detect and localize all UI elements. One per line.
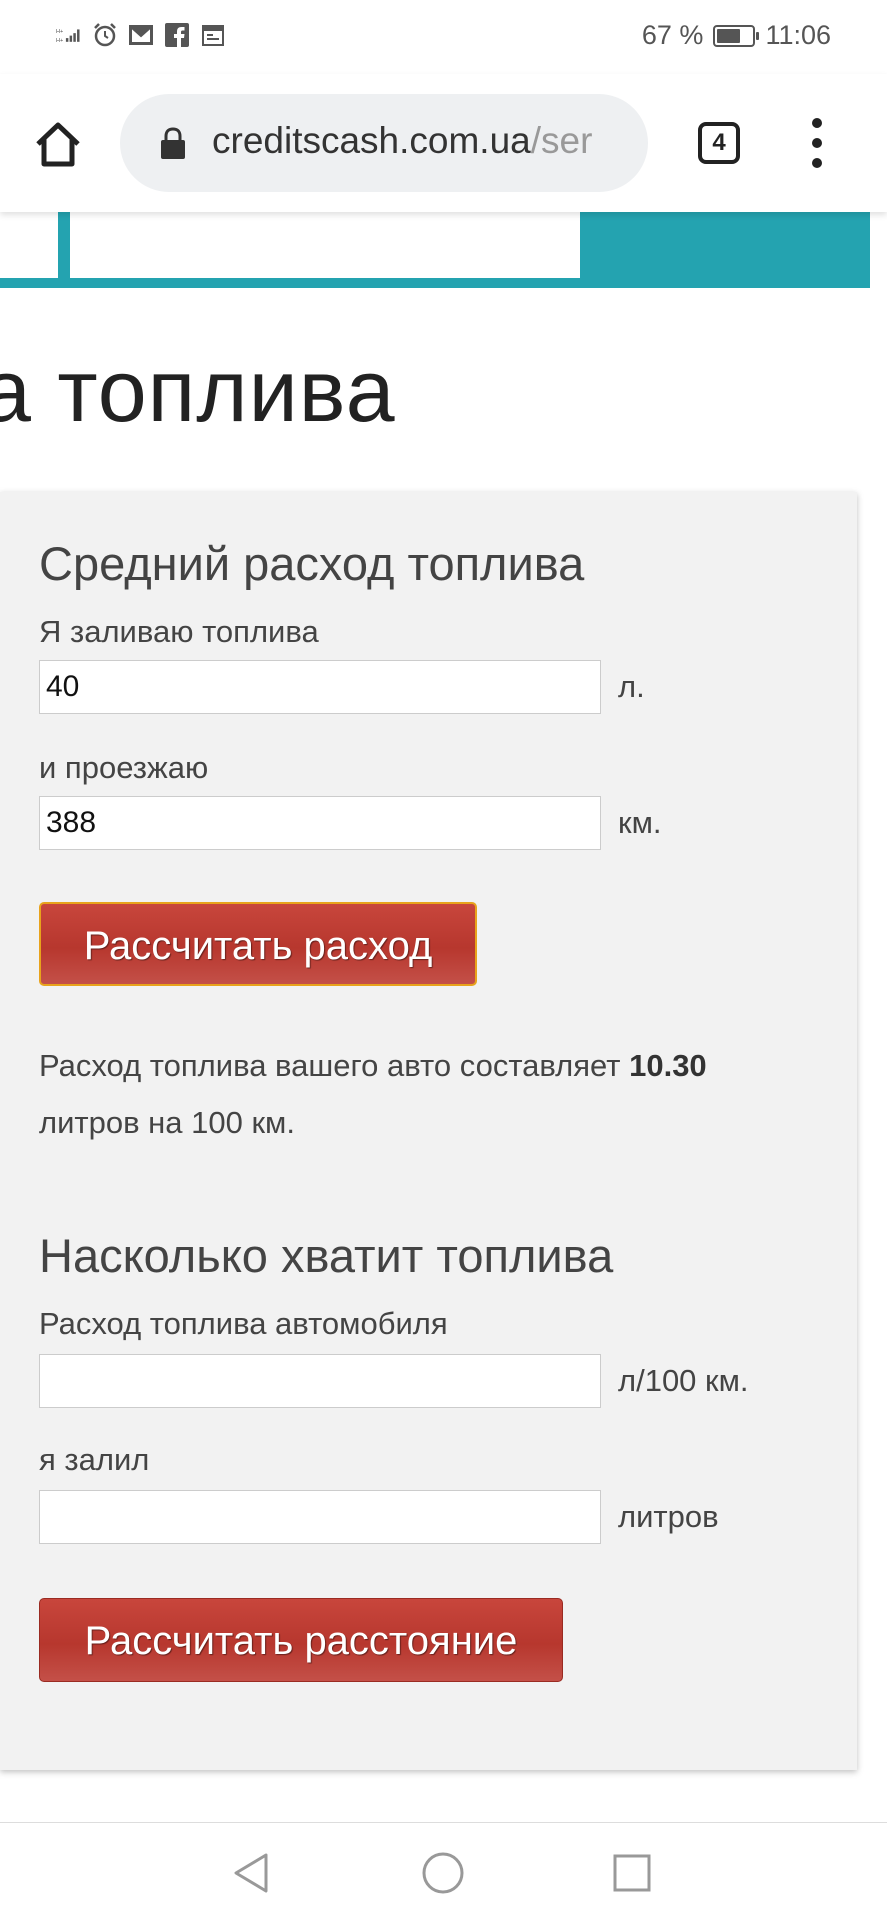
url-bar[interactable]: creditscash.com.ua/ser [120,94,648,192]
battery-icon [713,24,760,47]
status-bar: H+ H+ 67 % 11:06 [0,0,887,74]
battery-fill [717,28,741,43]
lock-icon [158,126,188,160]
recents-icon[interactable] [610,1851,654,1895]
car-consumption-input[interactable] [39,1354,601,1408]
distance-label: и проезжаю [39,750,209,785]
home-icon[interactable] [30,116,86,172]
alarm-icon [92,22,118,48]
gmail-icon [128,22,154,48]
back-icon[interactable] [230,1851,274,1895]
calendar-icon [200,22,226,48]
calculate-distance-button[interactable]: Рассчитать расстояние [39,1598,563,1682]
overflow-menu-icon[interactable] [804,118,830,168]
fuel-unit-label: л. [618,669,645,704]
svg-text:H+: H+ [56,38,63,44]
browser-toolbar: creditscash.com.ua/ser 4 [0,74,887,212]
clock: 11:06 [765,20,831,50]
calculate-consumption-button[interactable]: Рассчитать расход [39,902,477,986]
url-text: creditscash.com.ua/ser [212,120,632,162]
distance-input[interactable] [39,796,601,850]
filled-fuel-unit-label: литров [618,1499,719,1534]
consumption-result: Расход топлива вашего авто составляет 10… [39,1037,839,1151]
result-value: 10.30 [629,1048,707,1083]
header-logo-area[interactable] [70,212,580,278]
page-title: а топлива [0,341,396,440]
result-suffix: литров на 100 км. [39,1105,295,1140]
url-domain: creditscash.com.ua [212,120,531,161]
fuel-calculator-card: Средний расход топлива Я заливаю топлива… [0,492,857,1770]
status-icons: H+ H+ [56,22,226,48]
svg-text:H+: H+ [56,29,63,35]
result-prefix: Расход топлива вашего авто составляет [39,1048,621,1083]
filled-fuel-input[interactable] [39,1490,601,1544]
facebook-icon [164,22,190,48]
fuel-amount-input[interactable] [39,660,601,714]
battery-percent: 67 % [641,20,704,50]
distance-unit-label: км. [618,805,662,840]
fuel-amount-label: Я заливаю топлива [39,614,319,649]
car-consumption-label: Расход топлива автомобиля [39,1306,448,1341]
site-header-banner [0,212,870,288]
fuel-range-heading: Насколько хватит топлива [39,1229,614,1282]
header-block [0,212,58,278]
signal-icon: H+ H+ [56,22,82,48]
consumption-unit-label: л/100 км. [618,1363,749,1398]
avg-consumption-heading: Средний расход топлива [39,537,585,590]
filled-fuel-label: я залил [39,1442,150,1477]
system-nav-bar [0,1822,887,1921]
home-circle-icon[interactable] [421,1851,465,1895]
tab-switcher-button[interactable]: 4 [698,122,740,164]
url-path: /ser [530,120,593,161]
status-right: 67 % 11:06 [642,20,831,51]
